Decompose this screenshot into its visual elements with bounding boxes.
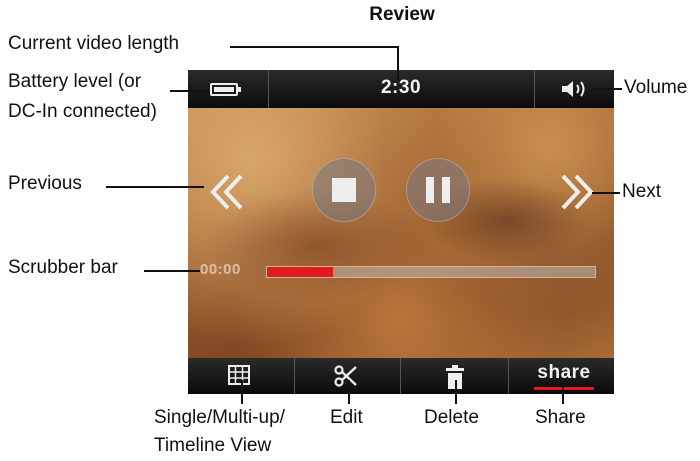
leader-line xyxy=(455,380,457,404)
stop-button[interactable] xyxy=(312,158,376,222)
video-review-screen: 2:30 00:00 share xyxy=(188,70,614,394)
callout-next: Next xyxy=(622,181,662,202)
callout-share: Share xyxy=(535,407,586,428)
double-chevron-left-icon[interactable] xyxy=(210,174,246,210)
video-frame xyxy=(188,108,614,358)
callout-current-video-length: Current video length xyxy=(8,33,180,54)
pause-icon xyxy=(426,177,434,203)
callout-volume: Volume xyxy=(624,77,688,98)
divider xyxy=(508,358,509,394)
leader-line xyxy=(230,46,398,48)
callout-previous: Previous xyxy=(8,173,82,194)
scrubber-time: 00:00 xyxy=(200,261,241,278)
callout-view-line1: Single/Multi-up/ xyxy=(154,407,285,428)
share-button[interactable]: share xyxy=(524,362,604,384)
leader-line xyxy=(241,380,243,404)
leader-line xyxy=(170,90,210,92)
callout-delete: Delete xyxy=(424,407,479,428)
double-chevron-right-icon[interactable] xyxy=(558,174,594,210)
leader-line xyxy=(144,270,200,272)
callout-scrubber-bar: Scrubber bar xyxy=(8,257,118,278)
stop-icon xyxy=(332,178,356,202)
grid-icon[interactable] xyxy=(228,365,250,385)
scrubber-bar[interactable] xyxy=(266,266,596,278)
leader-line xyxy=(592,88,622,90)
status-bar: 2:30 xyxy=(188,70,614,108)
leader-line xyxy=(592,192,620,194)
divider xyxy=(400,358,401,394)
divider xyxy=(294,358,295,394)
battery-icon xyxy=(210,83,241,96)
callout-edit: Edit xyxy=(330,407,363,428)
callout-battery-line1: Battery level (or xyxy=(8,71,142,92)
pause-icon xyxy=(442,177,450,203)
divider xyxy=(534,70,535,108)
leader-line xyxy=(348,380,350,404)
bottom-toolbar: share xyxy=(188,358,614,394)
leader-line xyxy=(397,46,399,80)
callout-battery-line2: DC-In connected) xyxy=(8,101,157,122)
leader-line xyxy=(562,380,564,404)
video-length: 2:30 xyxy=(380,77,422,98)
leader-line xyxy=(106,186,204,188)
scissors-icon[interactable] xyxy=(334,365,358,387)
page-title: Review xyxy=(369,4,435,25)
pause-button[interactable] xyxy=(406,158,470,222)
scrubber-progress xyxy=(267,267,333,277)
divider xyxy=(268,70,269,108)
callout-view-line2: Timeline View xyxy=(154,435,272,456)
share-underline xyxy=(534,387,594,390)
speaker-icon[interactable] xyxy=(560,80,590,98)
